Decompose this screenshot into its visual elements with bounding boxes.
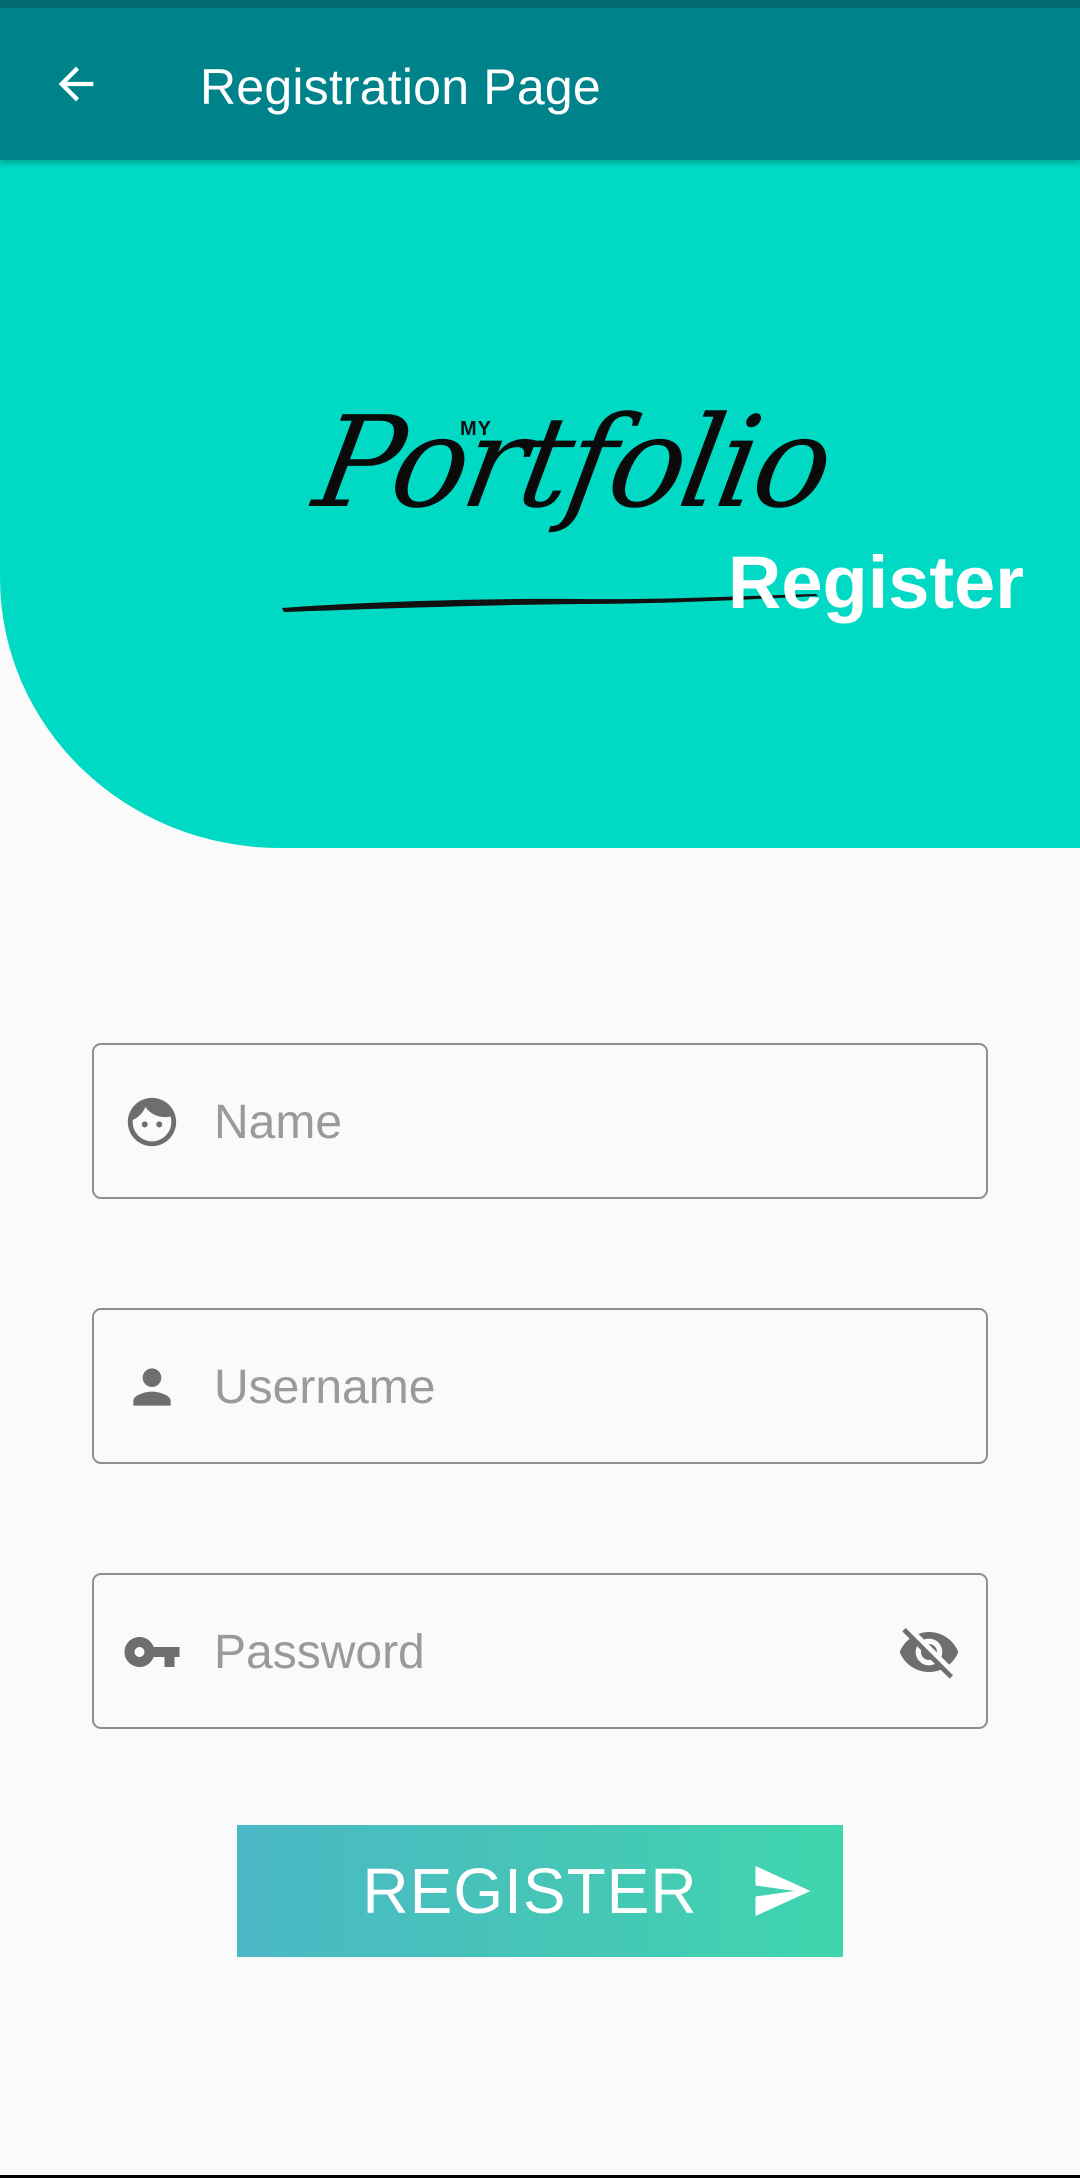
back-button[interactable] xyxy=(36,44,116,124)
key-icon xyxy=(122,1622,182,1682)
logo-wordmark: Portfolio xyxy=(305,389,841,536)
register-heading: Register xyxy=(727,541,1024,624)
portfolio-logo: Portfolio xyxy=(305,389,840,536)
username-field[interactable] xyxy=(92,1308,988,1464)
arrow-back-icon xyxy=(58,66,94,102)
password-visibility-toggle[interactable] xyxy=(894,1617,964,1687)
visibility-off-icon xyxy=(899,1628,959,1679)
username-input[interactable] xyxy=(214,1340,854,1434)
face-icon xyxy=(122,1092,182,1152)
password-field[interactable] xyxy=(92,1573,988,1729)
name-field[interactable] xyxy=(92,1043,988,1199)
send-icon xyxy=(755,1866,811,1916)
status-bar-strip xyxy=(0,0,1080,8)
name-input[interactable] xyxy=(214,1075,854,1169)
app-bar: Registration Page xyxy=(0,8,1080,160)
password-input[interactable] xyxy=(214,1605,854,1699)
register-button[interactable]: REGISTER xyxy=(237,1825,843,1957)
person-icon xyxy=(122,1357,182,1417)
page-title: Registration Page xyxy=(200,59,601,115)
register-button-label: REGISTER xyxy=(362,1855,698,1927)
